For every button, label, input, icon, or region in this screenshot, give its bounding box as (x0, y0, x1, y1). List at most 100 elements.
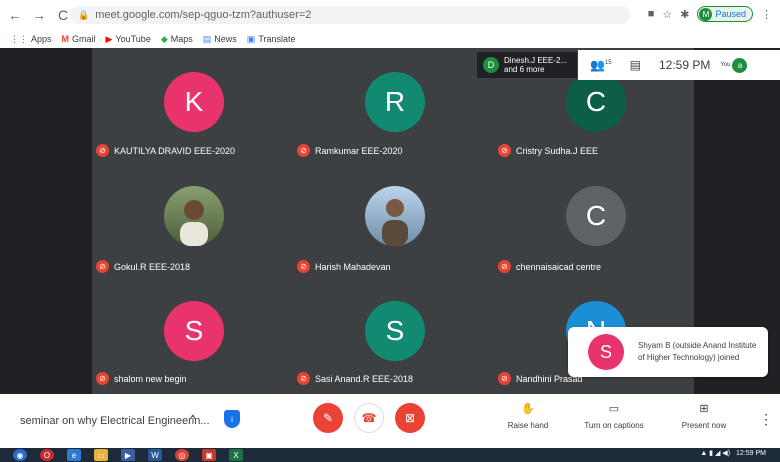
participant-tile[interactable]: C ⊘ chennaisaicad centre (494, 164, 694, 279)
bookmark-gmail[interactable]: M Gmail (62, 34, 96, 44)
participant-label: ⊘ Harish Mahadevan (297, 260, 391, 273)
more-options-icon[interactable]: ⋮ (759, 411, 773, 428)
person-photo-icon (180, 200, 208, 246)
people-button[interactable]: 👥15 (590, 58, 612, 72)
forward-icon[interactable]: → (30, 6, 48, 24)
mic-off-icon: ⊘ (96, 260, 109, 273)
mic-off-icon: ⊘ (498, 372, 511, 385)
mic-off-icon: ✎ (322, 411, 334, 425)
address-bar[interactable]: 🔒 meet.google.com/sep-qguo-tzm?authuser=… (70, 6, 630, 24)
presenter-chip[interactable]: D Dinesh.J EEE-2... and 6 more (477, 52, 577, 78)
mic-toggle-button[interactable]: ✎ (313, 403, 343, 433)
participant-tile[interactable]: ⊘ Harish Mahadevan (293, 164, 493, 279)
participant-name: Ramkumar EEE-2020 (315, 145, 403, 156)
participant-tile[interactable]: ⊘ Gokul.R EEE-2018 (92, 164, 292, 279)
bookmark-maps[interactable]: ◆ Maps (161, 34, 193, 45)
gmail-icon: M (61, 34, 70, 44)
word-icon[interactable]: W (148, 449, 162, 461)
start-icon[interactable]: ◉ (13, 449, 27, 461)
avatar: C (566, 72, 626, 132)
present-now-button[interactable]: ⊞ Present now (669, 402, 739, 430)
bookmark-label: Maps (170, 34, 193, 44)
bookmark-label: Apps (31, 34, 52, 44)
participant-tile[interactable]: S ⊘ Sasi Anand.R EEE-2018 (293, 279, 493, 394)
captions-icon: ▭ (608, 403, 620, 415)
participant-tile[interactable]: K ⊘ KAUTILYA DRAVID EEE-2020 (92, 48, 292, 163)
meet-controls-bar: seminar on why Electrical Engineerin... … (0, 394, 780, 448)
lock-icon: 🔒 (78, 9, 90, 20)
folder-icon[interactable]: ▭ (94, 449, 108, 461)
maps-icon: ◆ (160, 33, 168, 44)
chevron-up-icon[interactable]: ^ (190, 412, 196, 426)
participant-count: 15 (604, 60, 612, 66)
self-avatar[interactable]: a (732, 57, 748, 73)
participant-name: KAUTILYA DRAVID EEE-2020 (114, 145, 236, 156)
camera-icon[interactable]: ■ (648, 8, 655, 20)
captions-button[interactable]: ▭ Turn on captions (579, 402, 649, 430)
app-icon[interactable]: ▣ (202, 449, 216, 461)
back-icon[interactable]: ← (6, 6, 24, 24)
excel-icon[interactable]: X (229, 449, 243, 461)
chat-icon[interactable]: ▤ (630, 58, 641, 72)
youtube-icon: ▶ (105, 33, 113, 44)
people-icon: 👥 (590, 58, 605, 72)
avatar-initial: C (585, 200, 607, 231)
raise-hand-button[interactable]: ✋ Raise hand (493, 402, 563, 430)
tray-icons[interactable]: ▲ ▮ ◢ ◀) (700, 449, 730, 457)
join-notification: S Shyam B (outside Anand Institute of Hi… (568, 327, 768, 377)
translate-icon: ▣ (246, 33, 256, 44)
bookmark-youtube[interactable]: ▶ YouTube (106, 34, 151, 45)
menu-icon[interactable]: ⋮ (761, 8, 772, 21)
participant-label: ⊘ shalom new begin (96, 372, 187, 385)
camera-toggle-button[interactable]: ⊠ (395, 403, 425, 433)
bookmark-label: Translate (258, 34, 296, 44)
news-icon: ▤ (202, 33, 212, 44)
toast-avatar: S (588, 334, 624, 370)
chrome-icon[interactable]: ◎ (175, 449, 189, 461)
avatar-photo (164, 186, 224, 246)
participant-label: ⊘ Ramkumar EEE-2020 (297, 144, 403, 157)
participant-label: ⊘ Gokul.R EEE-2018 (96, 260, 190, 273)
participant-name: Harish Mahadevan (315, 261, 391, 272)
apps-grid-icon: ⋮⋮ (10, 33, 28, 44)
media-icon[interactable]: ▶ (121, 449, 135, 461)
raise-hand-label: Raise hand (507, 421, 549, 430)
mic-off-icon: ⊘ (297, 260, 310, 273)
star-icon[interactable]: ☆ (662, 8, 672, 21)
opera-icon[interactable]: O (40, 449, 54, 461)
profile-button[interactable]: M Paused (697, 6, 753, 22)
ie-icon[interactable]: e (67, 449, 81, 461)
shield-icon[interactable]: i (224, 410, 240, 428)
mic-off-icon: ⊘ (297, 144, 310, 157)
avatar: S (365, 301, 425, 361)
mic-off-icon: ⊘ (498, 260, 511, 273)
bookmarks-bar: ⋮⋮ Apps M Gmail ▶ YouTube ◆ Maps ▤ News ▣ Tran… (0, 30, 780, 48)
meeting-title[interactable]: seminar on why Electrical Engineerin... (20, 415, 210, 427)
hand-icon: ✋ (521, 403, 535, 415)
person-photo-icon (382, 199, 408, 246)
profile-avatar: M (699, 7, 713, 21)
meeting-time: 12:59 PM (658, 58, 711, 72)
participant-tile[interactable]: S ⊘ shalom new begin (92, 279, 292, 394)
bookmark-translate[interactable]: ▣ Translate (247, 34, 296, 45)
participant-tile[interactable]: R ⊘ Ramkumar EEE-2020 (293, 48, 493, 163)
participant-name: Gokul.R EEE-2018 (114, 261, 191, 272)
avatar-initial: K (184, 86, 204, 117)
participant-name: Cristry Sudha.J EEE (516, 145, 599, 156)
phone-end-icon: ☎ (361, 411, 377, 425)
bookmark-label: News (214, 34, 237, 44)
leave-call-button[interactable]: ☎ (354, 403, 384, 433)
participant-name: chennaisaicad centre (516, 261, 602, 272)
participant-label: ⊘ chennaisaicad centre (498, 260, 601, 273)
participant-label: ⊘ Sasi Anand.R EEE-2018 (297, 372, 413, 385)
presenter-more: and 6 more (504, 65, 545, 74)
avatar: S (164, 301, 224, 361)
avatar-initial: C (585, 86, 607, 117)
extensions-icon[interactable]: ✱ (680, 8, 689, 21)
you-label: You (720, 62, 731, 68)
browser-actions: ■ ☆ ✱ M Paused ⋮ (648, 6, 772, 22)
bookmark-news[interactable]: ▤ News (203, 34, 237, 45)
present-label: Present now (681, 421, 727, 430)
bookmark-apps[interactable]: ⋮⋮ Apps (10, 34, 52, 45)
profile-status: Paused (715, 9, 746, 19)
